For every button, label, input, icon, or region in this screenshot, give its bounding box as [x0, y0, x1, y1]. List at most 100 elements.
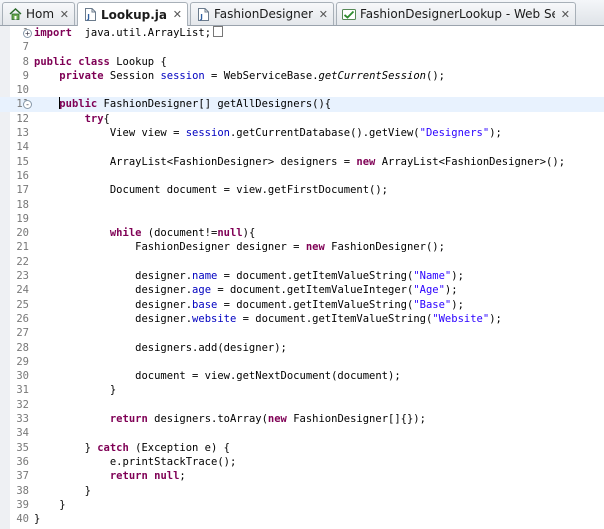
code-text: designer.name = document.getItemValueStr… — [34, 269, 464, 283]
field-token: name — [192, 270, 218, 283]
line-number: 34 — [16, 427, 29, 440]
code-line[interactable]: 17 Document document = view.getFirstDocu… — [0, 183, 604, 197]
code-token: } — [34, 384, 117, 397]
code-line[interactable]: 9 private Session session = WebServiceBa… — [0, 69, 604, 83]
code-token: = document.getItemValueInteger( — [211, 284, 414, 297]
code-token: FashionDesigner[]{}); — [286, 413, 426, 426]
keyword-token: public — [59, 98, 98, 111]
tab-home[interactable]: Home ✕ — [2, 2, 75, 25]
tab-label: FashionDesigner.java — [214, 7, 313, 21]
code-line[interactable]: 28 designers.add(designer); — [0, 341, 604, 355]
code-text: designer.age = document.getItemValueInte… — [34, 283, 457, 297]
code-line[interactable]: 21 FashionDesigner designer = new Fashio… — [0, 240, 604, 254]
code-editor[interactable]: 1+import java.util.ArrayList;78 public cl… — [0, 26, 604, 529]
code-text: e.printStackTrace(); — [34, 455, 236, 469]
code-text: } — [34, 383, 116, 397]
code-line[interactable]: 26 designer.website = document.getItemVa… — [0, 312, 604, 326]
code-token: ArrayList<FashionDesigner> designers = — [34, 155, 357, 168]
fold-expand-icon[interactable]: + — [23, 29, 32, 38]
code-line[interactable]: 20 while (document!=null){ — [0, 226, 604, 240]
code-text: document = view.getNextDocument(document… — [34, 369, 401, 383]
code-line[interactable]: 15 ArrayList<FashionDesigner> designers … — [0, 155, 604, 169]
code-line[interactable]: 16 — [0, 169, 604, 183]
code-text: return null; — [34, 469, 186, 483]
code-line[interactable]: 14 — [0, 140, 604, 154]
code-text: } — [34, 512, 40, 526]
code-line[interactable]: 7 — [0, 40, 604, 54]
code-line[interactable]: 13 View view = session.getCurrentDatabas… — [0, 126, 604, 140]
close-icon[interactable]: ✕ — [319, 8, 328, 21]
code-line[interactable]: 27 — [0, 326, 604, 340]
code-line[interactable]: 11- public FashionDesigner[] getAllDesig… — [0, 97, 604, 112]
svg-text:J: J — [86, 13, 90, 21]
line-number: 19 — [16, 212, 29, 225]
line-number: 10 — [16, 84, 29, 97]
code-line[interactable]: 1+import java.util.ArrayList; — [0, 26, 604, 40]
code-token: Document document = view.getFirstDocumen… — [34, 184, 389, 197]
tab-label: Lookup.java — [101, 7, 167, 22]
close-icon[interactable]: ✕ — [60, 8, 69, 21]
keyword-token: null — [154, 470, 180, 483]
code-line[interactable]: 40} — [0, 512, 604, 526]
code-line[interactable]: 12 try{ — [0, 112, 604, 126]
code-line[interactable]: 37 return null; — [0, 469, 604, 483]
code-line[interactable]: 18 — [0, 198, 604, 212]
code-token: ); — [451, 298, 464, 311]
code-line[interactable]: 36 e.printStackTrace(); — [0, 455, 604, 469]
code-text: designer.website = document.getItemValue… — [34, 312, 502, 326]
tab-lookup-java[interactable]: J Lookup.java ✕ — [77, 2, 188, 26]
tab-fashiondesigner-java[interactable]: J FashionDesigner.java ✕ — [190, 2, 334, 25]
keyword-token: null — [217, 227, 243, 240]
fold-collapse-icon[interactable]: - — [23, 100, 32, 110]
code-line[interactable]: 25 designer.base = document.getItemValue… — [0, 298, 604, 312]
line-number: 30 — [16, 370, 29, 383]
code-line[interactable]: 23 designer.name = document.getItemValue… — [0, 269, 604, 283]
field-token: session — [185, 127, 230, 140]
code-line[interactable]: 35 } catch (Exception e) { — [0, 441, 604, 455]
code-text: public FashionDesigner[] getAllDesigners… — [34, 97, 331, 111]
code-text: designers.add(designer); — [34, 341, 287, 355]
java-file-icon: J — [83, 8, 97, 22]
static-method-token: getCurrentSession — [318, 69, 426, 82]
code-line[interactable]: 31 } — [0, 383, 604, 397]
code-line[interactable]: 33 return designers.toArray(new FashionD… — [0, 412, 604, 426]
code-line[interactable]: 32 — [0, 398, 604, 412]
line-number: 15 — [16, 155, 29, 168]
line-number: 28 — [16, 341, 29, 354]
code-lines: 1+import java.util.ArrayList;78 public cl… — [0, 26, 604, 526]
code-line[interactable]: 30 document = view.getNextDocument(docum… — [0, 369, 604, 383]
code-text: ArrayList<FashionDesigner> designers = n… — [34, 155, 565, 169]
code-token: = document.getItemValueString( — [217, 298, 414, 311]
line-number: 13 — [16, 127, 29, 140]
close-icon[interactable]: ✕ — [173, 8, 182, 21]
code-line[interactable]: 8 public class Lookup { — [0, 55, 604, 69]
code-line[interactable]: 19 — [0, 212, 604, 226]
keyword-token: return — [109, 413, 148, 426]
code-text: import java.util.ArrayList; — [34, 26, 224, 40]
line-number: 35 — [16, 441, 29, 454]
code-line[interactable]: 24 designer.age = document.getItemValueI… — [0, 283, 604, 297]
keyword-token: while — [109, 227, 142, 240]
string-token: "Age" — [413, 284, 445, 297]
tab-web-service[interactable]: FashionDesignerLookup - Web Service ... … — [336, 2, 576, 25]
line-number: 23 — [16, 270, 29, 283]
string-token: "Name" — [413, 270, 452, 283]
line-number: 24 — [16, 284, 29, 297]
keyword-token: new — [267, 413, 287, 426]
code-token: = document.getItemValueString( — [236, 312, 433, 325]
keyword-token: new — [305, 241, 325, 254]
code-line[interactable]: 10 — [0, 83, 604, 97]
folded-block-icon[interactable] — [213, 26, 224, 37]
code-token: (document!= — [141, 227, 218, 240]
code-line[interactable]: 29 — [0, 355, 604, 369]
code-line[interactable]: 22 — [0, 255, 604, 269]
close-icon[interactable]: ✕ — [561, 8, 570, 21]
line-number: 26 — [16, 312, 29, 325]
field-token: age — [192, 284, 212, 297]
code-line[interactable]: 34 — [0, 426, 604, 440]
code-line[interactable]: 38 } — [0, 484, 604, 498]
code-line[interactable]: 39 } — [0, 498, 604, 512]
code-text: } — [34, 498, 65, 512]
